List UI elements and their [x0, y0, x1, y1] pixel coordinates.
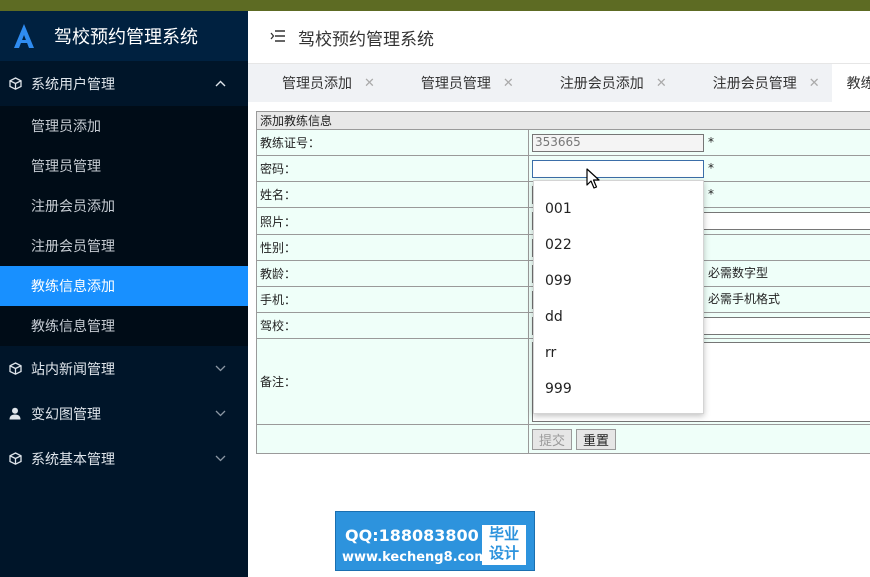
label-gender: 性别： [256, 234, 529, 261]
watermark-qq: QQ:188083800 [345, 526, 479, 545]
mouse-cursor-icon [586, 168, 600, 189]
label-coach-id: 教练证号： [256, 129, 529, 156]
label-password: 密码： [256, 155, 529, 182]
label-phone: 手机： [256, 286, 529, 313]
close-icon[interactable]: ✕ [656, 76, 667, 91]
menu-group-news[interactable]: 站内新闻管理 [0, 346, 248, 391]
cube-icon [8, 452, 22, 466]
submenu-system-users: 管理员添加 管理员管理 注册会员添加 注册会员管理 教练信息添加 教练信息管理 [0, 106, 248, 346]
password-input[interactable] [532, 159, 704, 178]
logo-icon [14, 24, 34, 48]
cell-password: * [528, 155, 870, 182]
watermark-url: www.kecheng8.com [342, 550, 488, 565]
chevron-down-icon [215, 391, 226, 436]
autocomplete-option[interactable]: 001 [534, 191, 703, 227]
tab-admin-manage[interactable]: 管理员管理 ✕ [387, 64, 526, 102]
autocomplete-option[interactable]: rr [534, 335, 703, 371]
menu-group-label: 系统基本管理 [31, 451, 115, 468]
sidebar-item-admin-manage[interactable]: 管理员管理 [0, 146, 248, 186]
watermark-banner: QQ:188083800 www.kecheng8.com 毕业 设计 [335, 511, 535, 571]
chevron-down-icon [215, 436, 226, 481]
page-title: 驾校预约管理系统 [298, 29, 434, 50]
sidebar-item-member-add[interactable]: 注册会员添加 [0, 186, 248, 226]
autocomplete-dropdown: 001 022 099 dd rr 999 [533, 180, 704, 414]
sidebar-item-coach-manage[interactable]: 教练信息管理 [0, 306, 248, 346]
close-icon[interactable]: ✕ [503, 76, 514, 91]
watermark-badge-line1: 毕业 [488, 525, 519, 543]
user-icon [8, 407, 22, 421]
label-school: 驾校： [256, 312, 529, 339]
autocomplete-option[interactable]: dd [534, 299, 703, 335]
years-hint: 必需数字型 [708, 266, 769, 281]
chevron-up-icon [215, 61, 226, 106]
label-photo: 照片： [256, 207, 529, 235]
label-name: 姓名： [256, 181, 529, 208]
form-heading: 添加教练信息 [256, 111, 870, 130]
close-icon[interactable]: ✕ [364, 76, 375, 91]
autocomplete-option[interactable]: 099 [534, 263, 703, 299]
sidebar: 驾校预约管理系统 系统用户管理 管理员添加 管理员管理 注册会员添加 注册会员管… [0, 11, 248, 577]
menu-group-system-basic[interactable]: 系统基本管理 [0, 436, 248, 481]
tab-label: 管理员添加 [282, 76, 352, 92]
tab-member-manage[interactable]: 注册会员管理 ✕ [679, 64, 832, 102]
autocomplete-option[interactable]: 999 [534, 371, 703, 407]
phone-hint: 必需手机格式 [708, 292, 781, 307]
menu-group-carousel[interactable]: 变幻图管理 [0, 391, 248, 436]
tab-label: 注册会员管理 [712, 76, 797, 92]
tab-label: 教练信息 [846, 76, 870, 92]
tab-coach-info[interactable]: 教练信息 [831, 64, 870, 102]
required-mark: * [708, 161, 714, 175]
close-icon[interactable]: ✕ [809, 76, 820, 91]
cell-actions: 提交 重置 [528, 424, 870, 454]
sidebar-item-coach-add[interactable]: 教练信息添加 [0, 266, 248, 306]
tab-label: 管理员管理 [420, 76, 491, 92]
tab-label: 注册会员添加 [559, 76, 644, 92]
cell-coach-id: 353665 * [528, 129, 870, 156]
reset-button[interactable]: 重置 [576, 428, 617, 450]
sidebar-logo[interactable]: 驾校预约管理系统 [0, 11, 248, 61]
autocomplete-option[interactable]: 022 [534, 227, 703, 263]
watermark-badge-line2: 设计 [488, 544, 519, 562]
tab-member-add[interactable]: 注册会员添加 ✕ [526, 64, 679, 102]
menu-group-label: 站内新闻管理 [31, 361, 115, 378]
empty-cell [256, 424, 529, 454]
sidebar-item-member-manage[interactable]: 注册会员管理 [0, 226, 248, 266]
chevron-down-icon [215, 346, 226, 391]
cube-icon [8, 77, 22, 91]
label-remark: 备注： [256, 338, 529, 425]
window-title-strip [0, 0, 870, 11]
tab-bar: 管理员添加 ✕ 管理员管理 ✕ 注册会员添加 ✕ 注册会员管理 ✕ 教练信息 [248, 63, 870, 102]
submit-button[interactable]: 提交 [532, 428, 573, 450]
menu-group-label: 系统用户管理 [31, 76, 115, 93]
menu-group-label: 变幻图管理 [31, 406, 101, 423]
watermark-badge: 毕业 设计 [482, 525, 526, 565]
cube-icon [8, 362, 22, 376]
app-title: 驾校预约管理系统 [54, 27, 198, 48]
menu-fold-icon[interactable] [270, 27, 286, 48]
menu-group-system-users[interactable]: 系统用户管理 [0, 61, 248, 106]
required-mark: * [708, 135, 714, 149]
tab-admin-add[interactable]: 管理员添加 ✕ [248, 64, 387, 102]
label-years: 教龄： [256, 260, 529, 287]
coach-id-input[interactable]: 353665 [532, 133, 704, 152]
top-header: 驾校预约管理系统 [248, 11, 870, 63]
required-mark: * [708, 187, 714, 201]
sidebar-item-admin-add[interactable]: 管理员添加 [0, 106, 248, 146]
